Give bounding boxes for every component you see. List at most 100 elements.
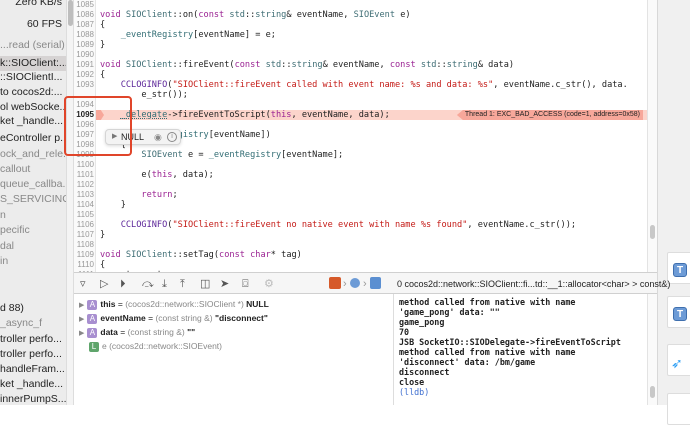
stack-frame-item[interactable]: to cocos2d:... <box>0 85 66 100</box>
variable-value: "" <box>187 327 196 337</box>
line-number[interactable]: 1107 <box>74 230 94 240</box>
variable-row[interactable]: ▶ AeventName = (const string &) "disconne… <box>79 312 268 326</box>
stack-frame-item[interactable]: in <box>0 254 66 269</box>
console-output[interactable]: method called from native with name'game… <box>395 294 647 405</box>
variable-row[interactable]: ▶ Athis = (cocos2d::network::SIOClient *)… <box>79 298 269 312</box>
view-hierarchy-icon[interactable]: ◫ <box>200 277 210 291</box>
app-icon[interactable] <box>329 277 341 289</box>
code-line: { <box>100 20 106 30</box>
stack-frame-item[interactable]: troller perfo... <box>0 332 66 347</box>
stack-frame-item[interactable]: k::SIOClient:... <box>0 56 66 71</box>
variable-type: e (cocos2d::network::SIOEvent) <box>102 341 222 351</box>
line-number[interactable]: 1086 <box>74 10 94 20</box>
code-line: } <box>100 230 106 240</box>
gear-icon[interactable]: ⚙ <box>264 277 274 291</box>
line-number[interactable]: 1085 <box>74 0 94 10</box>
line-number[interactable]: 1092 <box>74 70 94 80</box>
sidebar-scrollbar[interactable] <box>66 0 74 405</box>
stack-frame-breadcrumb[interactable]: 0 cocos2d::network::SIOClient::fi...td::… <box>397 277 670 291</box>
scroll-thumb[interactable] <box>68 0 73 26</box>
variable-row[interactable]: Le (cocos2d::network::SIOEvent) <box>79 340 222 352</box>
line-number[interactable]: 1108 <box>74 240 94 250</box>
code-line: { <box>100 70 106 80</box>
scroll-thumb[interactable] <box>650 225 655 239</box>
info-icon[interactable]: i <box>167 132 177 142</box>
location-icon[interactable]: ➤ <box>220 277 229 291</box>
file-template-item[interactable]: ➶ <box>667 344 690 376</box>
line-number[interactable]: 1090 <box>74 50 94 60</box>
code-line: void SIOClient::fireEvent(const std::str… <box>100 60 515 70</box>
stack-frame-item[interactable] <box>0 286 66 301</box>
text-file-icon: T <box>673 307 687 321</box>
line-number[interactable]: 1087 <box>74 20 94 30</box>
stack-frame-icon[interactable] <box>370 277 381 289</box>
stack-frame-item[interactable]: ket _handle... <box>0 114 66 129</box>
breakpoints-toggle-icon[interactable]: ▷ <box>100 277 108 291</box>
code-line: } <box>100 200 126 210</box>
eye-icon[interactable]: ◉ <box>154 130 162 144</box>
stack-frame-item[interactable]: queue_callba... <box>0 177 66 192</box>
line-number[interactable]: 1105 <box>74 210 94 220</box>
file-template-item[interactable]: T <box>667 296 690 328</box>
variable-name: eventName <box>100 313 146 323</box>
code-line: { <box>100 260 106 270</box>
line-number[interactable]: 1100 <box>74 160 94 170</box>
stack-frame-item[interactable]: _async_f <box>0 316 66 331</box>
disclosure-triangle-icon[interactable]: ▶ <box>79 302 84 309</box>
disclosure-triangle-icon[interactable]: ▶ <box>79 330 84 337</box>
hide-debug-area-icon[interactable]: ▿ <box>80 277 86 291</box>
stack-frame-item[interactable]: ol webSocke... <box>0 100 66 115</box>
line-number[interactable]: 1091 <box>74 60 94 70</box>
memory-graph-icon[interactable]: ⌼ <box>242 277 249 291</box>
stack-frame-item[interactable]: callout <box>0 162 66 177</box>
console-scrollbar[interactable] <box>647 294 657 405</box>
variable-row[interactable]: ▶ Adata = (const string &) "" <box>79 326 195 340</box>
line-number[interactable]: 1093 <box>74 80 94 90</box>
line-number[interactable]: 1104 <box>74 200 94 210</box>
line-number[interactable]: 1110 <box>74 260 94 270</box>
error-badge[interactable]: Thread 1: EXC_BAD_ACCESS (code=1, addres… <box>456 110 643 120</box>
code-line: SIOEvent e = _eventRegistry[eventName]; <box>141 150 344 160</box>
editor-scrollbar[interactable] <box>647 0 657 272</box>
stack-frame-item[interactable]: Zero KB/s <box>0 0 66 10</box>
line-number[interactable]: 1101 <box>74 170 94 180</box>
stack-frame-item[interactable]: d 88) <box>0 301 66 316</box>
code-line: e(this, data); <box>100 170 214 180</box>
line-number[interactable]: 1109 <box>74 250 94 260</box>
thread-icon[interactable] <box>350 278 360 288</box>
line-number[interactable]: 1088 <box>74 30 94 40</box>
stack-frame-item[interactable]: n <box>0 208 66 223</box>
line-number[interactable]: 1089 <box>74 40 94 50</box>
stack-frame-item[interactable]: S_SERVICING... <box>0 192 66 207</box>
file-template-item[interactable] <box>667 393 690 425</box>
step-into-icon[interactable]: ⤓ <box>162 277 167 291</box>
step-out-icon[interactable]: ⤒ <box>180 277 185 291</box>
variable-kind-icon: A <box>87 313 98 324</box>
console-line: method called from native with name <box>399 347 576 357</box>
stack-frame-item[interactable]: ...read (serial) <box>0 38 66 53</box>
stack-frame-item[interactable] <box>0 270 66 285</box>
disclosure-triangle-icon[interactable]: ▶ <box>79 316 84 323</box>
line-number[interactable]: 1103 <box>74 190 94 200</box>
stack-frame-item[interactable]: eController p... <box>0 131 66 146</box>
scroll-thumb[interactable] <box>650 386 655 398</box>
stack-frame-item[interactable]: ::SIOClientI... <box>0 70 66 85</box>
step-over-icon[interactable]: ⤼ <box>142 277 154 291</box>
stack-frame-item[interactable]: innerPumpS... <box>0 392 66 405</box>
file-template-item[interactable]: T <box>667 252 690 284</box>
stack-frame-item[interactable]: handleFram... <box>0 362 66 377</box>
lldb-prompt[interactable]: (lldb) <box>399 387 647 397</box>
stack-frame-item[interactable]: dal <box>0 239 66 254</box>
code-line: return; <box>141 190 178 200</box>
stack-frame-item[interactable]: pecific <box>0 223 66 238</box>
annotation-highlight-box <box>64 96 132 156</box>
line-number[interactable]: 1106 <box>74 220 94 230</box>
stack-frame-item[interactable]: ock_and_rele... <box>0 147 66 162</box>
stack-frame-item[interactable]: troller perfo... <box>0 347 66 362</box>
line-number[interactable]: 1102 <box>74 180 94 190</box>
code-line: void SIOClient::on(const std::string& ev… <box>100 10 411 20</box>
continue-icon[interactable]: ⏵ <box>120 277 126 291</box>
stack-frame-item[interactable]: ket _handle... <box>0 377 66 392</box>
code-line: } <box>100 40 106 50</box>
stack-frame-item[interactable]: 60 FPS <box>0 17 66 32</box>
